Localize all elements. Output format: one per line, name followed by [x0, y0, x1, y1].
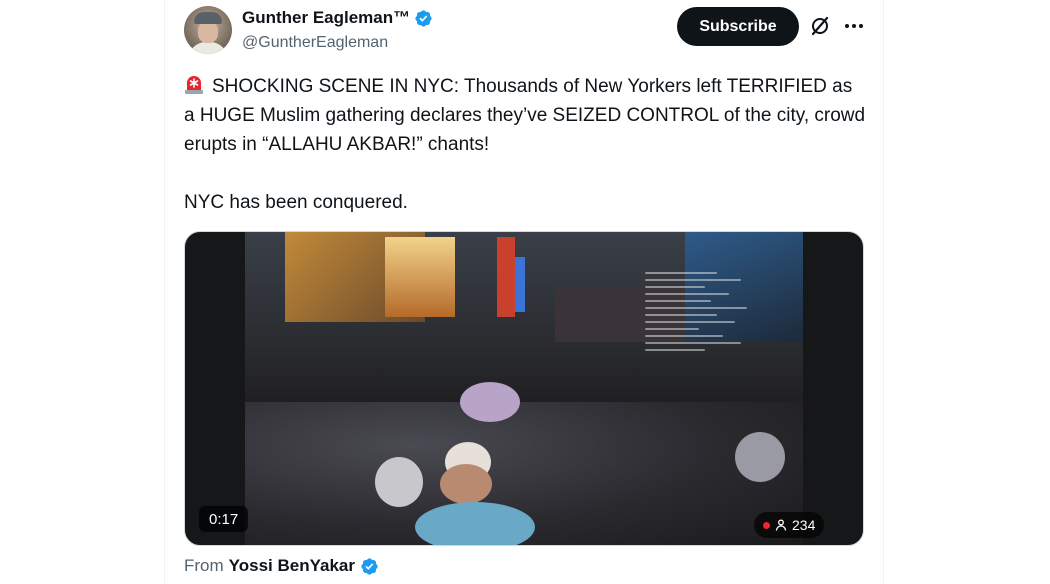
- avatar-shirt: [188, 42, 228, 54]
- person: [415, 502, 535, 545]
- person-icon: [775, 519, 787, 531]
- author-handle[interactable]: @GuntherEagleman: [242, 34, 388, 52]
- post-paragraph-1-text: SHOCKING SCENE IN NYC: Thousands of New …: [184, 76, 866, 155]
- author-name-row[interactable]: Gunther Eagleman™: [242, 8, 433, 28]
- person: [375, 457, 423, 507]
- person: [735, 432, 785, 482]
- viewer-count: 234: [792, 517, 816, 533]
- billboard-center: [385, 237, 455, 317]
- video-frame: [245, 232, 803, 545]
- post-card[interactable]: Gunther Eagleman™ @GuntherEagleman Subsc…: [165, 0, 883, 584]
- live-viewers-badge: 234: [754, 512, 825, 538]
- author-avatar[interactable]: [184, 6, 232, 54]
- post-paragraph-1: SHOCKING SCENE IN NYC: Thousands of New …: [184, 72, 868, 159]
- video-timestamp: 0:17: [199, 506, 249, 532]
- avatar-cap: [194, 12, 222, 24]
- person: [440, 464, 492, 504]
- attribution-prefix: From: [184, 556, 224, 575]
- person: [460, 382, 520, 422]
- live-dot-icon: [763, 521, 770, 529]
- attribution-name[interactable]: Yossi BenYakar: [229, 556, 355, 576]
- verified-badge-icon: [415, 9, 432, 27]
- billboard-tower: [497, 237, 515, 317]
- avatar-face: [198, 21, 218, 43]
- post-paragraph-2: NYC has been conquered.: [184, 192, 408, 213]
- verified-badge-icon: [361, 557, 378, 575]
- subscribe-button[interactable]: Subscribe: [677, 7, 799, 46]
- column-border-right: [883, 0, 884, 584]
- author-name[interactable]: Gunther Eagleman™: [242, 8, 410, 28]
- grok-slash-icon[interactable]: [808, 14, 832, 38]
- chat-overlay: [645, 267, 765, 417]
- video-player[interactable]: 0:17 234: [184, 231, 864, 546]
- rotating-light-icon: [185, 76, 203, 94]
- ellipsis-icon[interactable]: [842, 14, 866, 38]
- billboard-blue: [515, 257, 525, 312]
- post-text: SHOCKING SCENE IN NYC: Thousands of New …: [184, 72, 868, 217]
- video-attribution: From Yossi BenYakar: [184, 556, 379, 576]
